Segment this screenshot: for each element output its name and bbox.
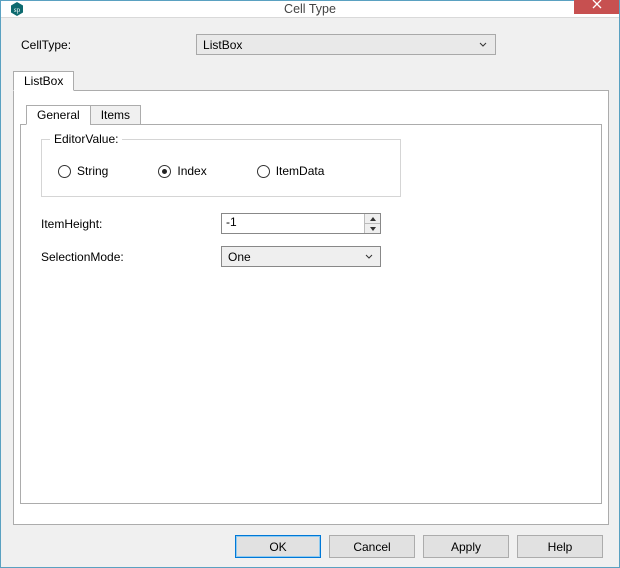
radio-string-label: String: [77, 164, 108, 178]
close-button[interactable]: [574, 0, 619, 14]
spin-up-button[interactable]: [365, 214, 380, 224]
radio-index[interactable]: Index: [158, 164, 206, 178]
inner-tabs: General Items: [26, 105, 602, 125]
radio-icon: [158, 165, 171, 178]
radio-itemdata-label: ItemData: [276, 164, 325, 178]
outer-tab-panel: General Items EditorValue: String: [13, 90, 609, 525]
selectionmode-value: One: [228, 250, 251, 264]
radio-index-label: Index: [177, 164, 206, 178]
cancel-button[interactable]: Cancel: [329, 535, 415, 558]
dialog-buttons: OK Cancel Apply Help: [11, 525, 609, 558]
selectionmode-label: SelectionMode:: [41, 250, 221, 264]
celltype-select[interactable]: ListBox: [196, 34, 496, 55]
tab-items[interactable]: Items: [90, 105, 141, 125]
chevron-down-icon: [362, 250, 376, 264]
close-icon: [592, 0, 602, 9]
tab-general[interactable]: General: [26, 105, 91, 125]
inner-tab-panel: EditorValue: String Index: [20, 124, 602, 504]
tab-listbox[interactable]: ListBox: [13, 71, 74, 91]
titlebar: sp Cell Type: [1, 1, 619, 18]
radio-string[interactable]: String: [58, 164, 108, 178]
chevron-down-icon: [475, 37, 491, 53]
outer-tabs: ListBox: [13, 71, 609, 91]
editorvalue-group: EditorValue: String Index: [41, 139, 401, 197]
outer-tabstrip: ListBox General Items EditorValue: Strin…: [13, 71, 609, 525]
ok-button[interactable]: OK: [235, 535, 321, 558]
radio-icon: [58, 165, 71, 178]
svg-text:sp: sp: [14, 6, 21, 14]
editorvalue-radios: String Index ItemData: [56, 160, 386, 182]
radio-itemdata[interactable]: ItemData: [257, 164, 325, 178]
chevron-down-icon: [369, 225, 377, 233]
content-area: CellType: ListBox ListBox General Items: [1, 18, 619, 568]
itemheight-label: ItemHeight:: [41, 217, 221, 231]
apply-button[interactable]: Apply: [423, 535, 509, 558]
selectionmode-row: SelectionMode: One: [41, 246, 581, 267]
dialog-window: sp Cell Type CellType: ListBox ListBox G…: [0, 0, 620, 568]
celltype-value: ListBox: [203, 38, 242, 52]
itemheight-row: ItemHeight: -1: [41, 213, 581, 234]
selectionmode-select[interactable]: One: [221, 246, 381, 267]
app-icon: sp: [9, 1, 25, 17]
window-title: Cell Type: [1, 2, 619, 16]
spinner-buttons: [364, 214, 380, 233]
editorvalue-legend: EditorValue:: [50, 132, 122, 146]
itemheight-spinner[interactable]: -1: [221, 213, 381, 234]
celltype-label: CellType:: [21, 38, 71, 52]
celltype-row: CellType: ListBox: [21, 34, 609, 55]
chevron-up-icon: [369, 215, 377, 223]
spin-down-button[interactable]: [365, 224, 380, 233]
itemheight-value[interactable]: -1: [222, 214, 364, 233]
help-button[interactable]: Help: [517, 535, 603, 558]
radio-icon: [257, 165, 270, 178]
